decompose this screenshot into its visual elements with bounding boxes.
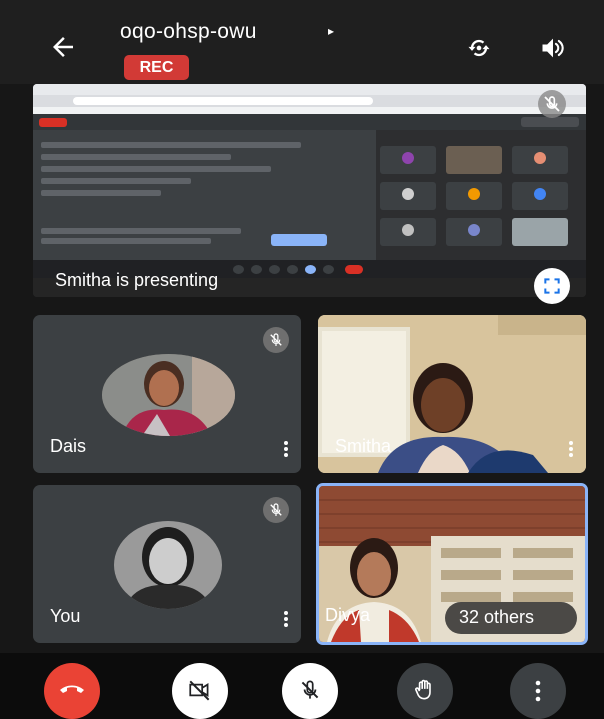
top-bar: oqo-ohsp-owu ▸ REC <box>0 0 604 84</box>
shared-grid-tile <box>446 218 502 246</box>
shared-grid-tile <box>446 146 502 174</box>
mic-off-icon <box>270 333 282 346</box>
shared-stop-button <box>271 234 327 246</box>
shared-grid-tile <box>512 182 568 210</box>
presenting-caption: Smitha is presenting <box>55 270 219 290</box>
meeting-code[interactable]: oqo-ohsp-owu <box>120 20 257 44</box>
camera-off-icon <box>189 680 210 701</box>
mic-toggle-button[interactable] <box>282 663 338 719</box>
meeting-stage: Smitha is presenting Dais Smitha You Div… <box>0 84 604 697</box>
fullscreen-icon <box>544 278 560 294</box>
more-options-icon[interactable] <box>568 439 574 459</box>
participant-tile-smitha[interactable]: Smitha <box>318 315 586 473</box>
shared-grid-tile <box>512 146 568 174</box>
shared-browser-bookmarks <box>33 107 586 114</box>
participant-name: Smitha <box>335 436 392 456</box>
more-options-icon[interactable] <box>283 609 289 629</box>
call-controls-bar <box>0 653 604 719</box>
shared-grid-tile <box>380 182 436 210</box>
others-count: 32 others <box>459 607 535 627</box>
back-arrow-icon[interactable] <box>48 32 78 62</box>
shared-grid-tile <box>380 218 436 246</box>
mute-badge <box>263 327 289 353</box>
shared-browser-tabs <box>33 84 586 95</box>
switch-camera-icon[interactable] <box>465 34 493 62</box>
screen-share-tile[interactable] <box>33 84 586 297</box>
shared-stop-presenting-pill <box>521 117 579 127</box>
shared-browser-urlbar <box>73 97 373 105</box>
end-call-button[interactable] <box>44 663 100 719</box>
participant-tile-you[interactable]: You <box>33 485 301 643</box>
mute-badge <box>263 497 289 523</box>
avatar <box>114 521 222 609</box>
fullscreen-button[interactable] <box>534 268 570 304</box>
more-options-button[interactable] <box>510 663 566 719</box>
avatar <box>102 354 235 436</box>
raise-hand-button[interactable] <box>397 663 453 719</box>
participant-name: Divya <box>325 605 371 625</box>
participant-tile-divya[interactable]: Divya 32 others <box>316 483 588 645</box>
mic-off-icon <box>538 90 566 118</box>
shared-grid-tile <box>380 146 436 174</box>
meeting-details-caret-icon[interactable]: ▸ <box>328 24 334 38</box>
more-vert-icon <box>535 680 541 702</box>
participant-name: You <box>50 606 81 626</box>
participant-tile-dais[interactable]: Dais <box>33 315 301 473</box>
more-options-icon[interactable] <box>283 439 289 459</box>
camera-toggle-button[interactable] <box>172 663 228 719</box>
raise-hand-icon <box>414 679 431 700</box>
speaker-icon[interactable] <box>539 34 567 62</box>
shared-grid-tile <box>512 218 568 246</box>
end-call-icon <box>60 685 84 693</box>
shared-presenting-pill <box>39 118 67 127</box>
mic-off-icon <box>301 680 319 699</box>
shared-presenting-banner <box>33 114 586 130</box>
shared-grid-tile <box>446 182 502 210</box>
participant-name: Dais <box>50 436 87 456</box>
mic-off-icon <box>270 503 282 516</box>
recording-badge: REC <box>124 55 189 80</box>
